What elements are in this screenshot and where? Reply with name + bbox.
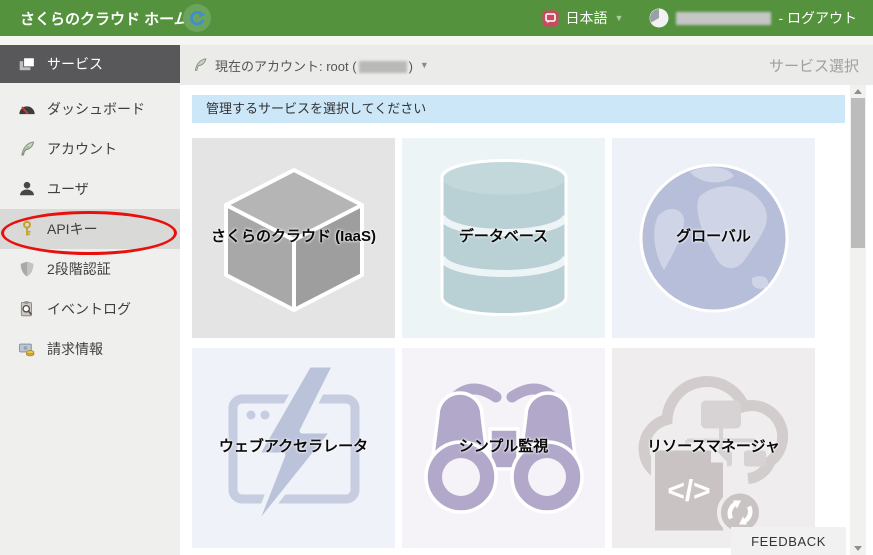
app-title: さくらのクラウド ホーム: bbox=[20, 8, 194, 29]
language-selector[interactable]: 日本語 bbox=[566, 8, 608, 28]
service-tile-global[interactable]: グローバル bbox=[612, 138, 815, 338]
service-tile-simple-monitoring[interactable]: シンプル監視 bbox=[402, 348, 605, 548]
refresh-button[interactable] bbox=[183, 4, 211, 32]
user-avatar bbox=[649, 8, 669, 28]
dashboard-icon bbox=[18, 100, 36, 118]
service-tile-resource-manager[interactable]: </> リソースマネージャ bbox=[612, 348, 815, 548]
service-tile-database[interactable]: データベース bbox=[402, 138, 605, 338]
sidebar-item-event-log[interactable]: イベントログ bbox=[0, 289, 180, 329]
sidebar-item-label: ダッシュボード bbox=[47, 99, 145, 119]
vertical-scrollbar[interactable] bbox=[850, 85, 866, 555]
event-log-icon bbox=[18, 300, 36, 318]
billing-icon bbox=[18, 340, 36, 358]
sidebar-item-api-key[interactable]: APIキー bbox=[0, 209, 180, 249]
scrollbar-thumb[interactable] bbox=[851, 98, 865, 248]
account-bar: 現在のアカウント: root () ▼ サービス選択 bbox=[180, 45, 873, 85]
account-feather-icon bbox=[192, 57, 208, 73]
svg-text:</>: </> bbox=[667, 475, 710, 508]
service-tile-label: ウェブアクセラレータ bbox=[192, 435, 395, 456]
current-account-prefix: 現在のアカウント: root ( bbox=[215, 59, 357, 74]
masked-account-id bbox=[359, 61, 407, 73]
service-tile-label: シンプル監視 bbox=[402, 435, 605, 456]
sidebar-item-dashboard[interactable]: ダッシュボード bbox=[0, 89, 180, 129]
refresh-icon bbox=[187, 8, 207, 28]
service-tile-web-accelerator[interactable]: ウェブアクセラレータ bbox=[192, 348, 395, 548]
sidebar-item-label: 2段階認証 bbox=[47, 259, 111, 279]
service-select-heading: サービス選択 bbox=[769, 55, 859, 76]
logout-link[interactable]: - ログアウト bbox=[778, 8, 857, 28]
account-icon bbox=[18, 140, 36, 158]
sidebar-item-services[interactable]: サービス bbox=[0, 45, 180, 83]
service-tile-label: さくらのクラウド (IaaS) bbox=[192, 225, 395, 246]
scroll-up-arrow[interactable] bbox=[850, 85, 866, 98]
language-caret-icon[interactable]: ▼ bbox=[615, 13, 624, 23]
feedback-button[interactable]: FEEDBACK bbox=[731, 527, 846, 555]
sidebar-item-users[interactable]: ユーザ bbox=[0, 169, 180, 209]
app-header: さくらのクラウド ホーム: 日本語 ▼ - ログアウト bbox=[0, 0, 873, 36]
main-content: 現在のアカウント: root () ▼ サービス選択 管理するサービスを選択して… bbox=[180, 45, 873, 555]
current-account-selector[interactable]: 現在のアカウント: root () bbox=[215, 56, 413, 75]
sidebar-item-account[interactable]: アカウント bbox=[0, 129, 180, 169]
api-key-icon bbox=[18, 220, 36, 238]
sidebar-item-label: アカウント bbox=[47, 139, 117, 159]
sidebar-item-two-factor[interactable]: 2段階認証 bbox=[0, 249, 180, 289]
service-tile-label: リソースマネージャ bbox=[612, 435, 815, 456]
sidebar-item-label: イベントログ bbox=[47, 299, 131, 319]
scroll-down-arrow[interactable] bbox=[850, 542, 866, 555]
sidebar-item-label: サービス bbox=[47, 54, 103, 74]
header-right-group: 日本語 ▼ - ログアウト bbox=[542, 0, 857, 36]
service-tile-label: グローバル bbox=[612, 225, 815, 246]
sidebar-item-label: ユーザ bbox=[47, 179, 89, 199]
sidebar-item-label: 請求情報 bbox=[47, 339, 103, 359]
user-icon bbox=[18, 180, 36, 198]
two-factor-icon bbox=[18, 260, 36, 278]
services-icon bbox=[18, 55, 36, 73]
service-tile-iaas[interactable]: さくらのクラウド (IaaS) bbox=[192, 138, 395, 338]
sidebar-item-label: APIキー bbox=[47, 219, 98, 239]
account-caret-icon[interactable]: ▼ bbox=[420, 60, 429, 70]
masked-username bbox=[676, 12, 771, 25]
service-tile-label: データベース bbox=[402, 225, 605, 246]
current-account-suffix: ) bbox=[409, 59, 413, 74]
sidebar-item-billing[interactable]: 請求情報 bbox=[0, 329, 180, 369]
language-badge-icon bbox=[542, 10, 559, 27]
sidebar-nav: サービス ダッシュボード アカウント ユーザ APIキー bbox=[0, 45, 180, 555]
info-message-bar: 管理するサービスを選択してください bbox=[192, 95, 845, 123]
